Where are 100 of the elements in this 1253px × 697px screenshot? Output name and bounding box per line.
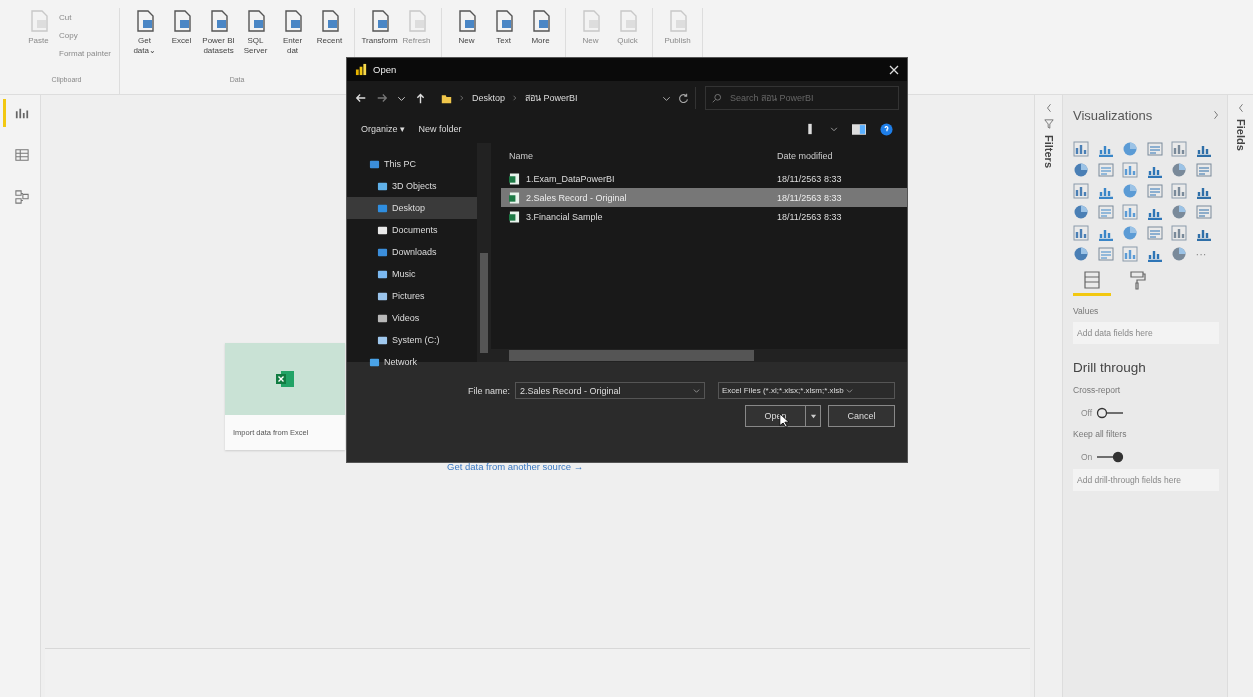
forward-icon[interactable] xyxy=(376,92,388,104)
field-label: File name: xyxy=(467,385,510,396)
file-row[interactable]: 2.Sales Record - Original 18/11/2563 8:33 xyxy=(501,188,907,207)
scrollbar[interactable] xyxy=(491,349,907,362)
location-icon xyxy=(377,268,388,280)
ribbon-button[interactable]: Get data⌄ xyxy=(128,8,162,76)
ribbon-button[interactable]: New xyxy=(450,8,484,76)
nav-item[interactable]: Network xyxy=(347,351,477,373)
section-label: Values xyxy=(1073,306,1100,316)
window-title: Open xyxy=(373,64,397,75)
file-row[interactable]: 1.Exam_DataPowerBI 18/11/2563 8:33 xyxy=(501,169,907,188)
ribbon-button[interactable]: Recent xyxy=(313,8,347,76)
visual-type-icon[interactable] xyxy=(1073,204,1089,220)
pane-title[interactable]: Fields xyxy=(1234,119,1247,151)
visual-type-icon[interactable] xyxy=(1171,183,1187,199)
file-row[interactable]: 3.Financial Sample 18/11/2563 8:33 xyxy=(501,207,907,226)
location-icon xyxy=(377,180,388,192)
toggle-switch[interactable] xyxy=(1095,407,1126,419)
column-header[interactable]: Name xyxy=(501,151,777,161)
toggle-state: On xyxy=(1081,452,1093,462)
bar-chart-icon xyxy=(14,106,29,120)
location-icon xyxy=(377,290,388,302)
table-icon xyxy=(14,148,29,162)
app-icon xyxy=(355,63,368,76)
visual-type-icon[interactable] xyxy=(1122,141,1138,157)
collapse-icon[interactable] xyxy=(1237,103,1244,113)
visual-type-icon[interactable] xyxy=(1122,225,1138,241)
visual-type-icon[interactable] xyxy=(1146,141,1163,157)
pane-title[interactable]: Filters xyxy=(1042,135,1055,168)
toggle-state: Off xyxy=(1081,408,1093,418)
visual-type-icon[interactable] xyxy=(1073,183,1089,199)
visual-type-icon[interactable] xyxy=(1122,246,1138,262)
breadcrumb-item[interactable]: Desktop xyxy=(472,93,506,103)
address-bar[interactable]: Desktop สอน PowerBI xyxy=(435,87,696,109)
nav-item[interactable]: This PC xyxy=(347,153,477,175)
organize-menu[interactable]: Organize ▾ xyxy=(361,124,405,134)
search-icon xyxy=(712,93,722,103)
back-icon[interactable] xyxy=(355,92,367,104)
up-arrow-icon[interactable] xyxy=(415,92,426,104)
cancel-button[interactable]: Cancel xyxy=(828,405,895,427)
location-icon xyxy=(377,312,388,324)
ribbon-button[interactable]: Text xyxy=(487,8,521,76)
visual-type-icon[interactable] xyxy=(1073,246,1089,262)
column-header[interactable]: Date modified xyxy=(777,151,907,161)
nav-item[interactable]: System (C:) xyxy=(347,329,477,351)
visual-type-icon[interactable] xyxy=(1146,225,1163,241)
help-icon[interactable] xyxy=(880,122,893,136)
expand-icon[interactable] xyxy=(1213,110,1219,120)
visual-type-icon[interactable] xyxy=(1171,162,1187,178)
file-type-dropdown[interactable]: Excel Files (*.xl;*.xlsx;*.xlsm;*.xlsb xyxy=(718,382,895,399)
spreadsheet-icon xyxy=(509,210,520,223)
visual-type-icon[interactable] xyxy=(1195,204,1212,220)
nav-item[interactable]: Desktop xyxy=(347,197,477,219)
nav-item[interactable]: Pictures xyxy=(347,285,477,307)
visual-type-icon[interactable] xyxy=(1073,225,1089,241)
ribbon-button[interactable]: Enter dat xyxy=(276,8,310,76)
location-icon xyxy=(377,246,388,258)
ribbon-button[interactable]: More xyxy=(524,8,558,76)
visual-type-icon[interactable] xyxy=(1171,225,1187,241)
ribbon-button[interactable]: SQL Server xyxy=(239,8,273,76)
location-icon xyxy=(377,202,388,214)
visual-type-icon[interactable] xyxy=(1073,141,1089,157)
nav-item[interactable]: Documents xyxy=(347,219,477,241)
toggle-label: Keep all filters xyxy=(1073,429,1128,439)
ribbon-button[interactable]: Excel xyxy=(165,8,199,76)
open-options-button[interactable] xyxy=(805,405,821,427)
refresh-icon[interactable] xyxy=(678,92,689,104)
nav-item[interactable]: Videos xyxy=(347,307,477,329)
visual-type-icon[interactable] xyxy=(1073,162,1089,178)
paint-roller-icon xyxy=(1128,270,1148,290)
chevron-right-icon xyxy=(459,95,465,101)
chevron-down-icon xyxy=(693,387,700,394)
close-icon[interactable] xyxy=(889,64,899,75)
visual-type-icon[interactable] xyxy=(1171,141,1187,157)
collapse-icon[interactable] xyxy=(1045,103,1052,113)
new-folder-button[interactable]: New folder xyxy=(418,124,462,134)
visual-type-icon[interactable] xyxy=(1195,162,1212,178)
fields-icon xyxy=(1082,270,1102,290)
location-icon xyxy=(369,356,380,368)
ribbon-button[interactable]: Power BI datasets xyxy=(202,8,236,76)
file-name-field[interactable]: 2.Sales Record - Original xyxy=(515,382,705,399)
nav-item[interactable]: Downloads xyxy=(347,241,477,263)
filter-icon xyxy=(1043,119,1054,129)
visual-type-icon[interactable] xyxy=(1171,204,1187,220)
visual-type-icon[interactable] xyxy=(1122,162,1138,178)
pane-tab[interactable] xyxy=(1073,270,1111,296)
breadcrumb-item[interactable]: สอน PowerBI xyxy=(525,91,578,105)
visual-type-icon[interactable] xyxy=(1171,246,1187,262)
preview-pane-icon[interactable] xyxy=(852,123,866,135)
visual-type-icon[interactable] xyxy=(1122,204,1138,220)
nav-item[interactable]: 3D Objects xyxy=(347,175,477,197)
chevron-down-icon[interactable] xyxy=(830,125,838,133)
get-data-link[interactable]: Get data from another source → xyxy=(447,461,584,472)
scrollbar[interactable] xyxy=(477,143,491,362)
nav-item[interactable]: Music xyxy=(347,263,477,285)
toggle-switch[interactable] xyxy=(1095,451,1126,463)
spreadsheet-icon xyxy=(509,172,520,185)
model-icon xyxy=(14,190,29,204)
visual-type-icon[interactable] xyxy=(1146,183,1163,199)
visual-type-icon[interactable] xyxy=(1122,183,1138,199)
